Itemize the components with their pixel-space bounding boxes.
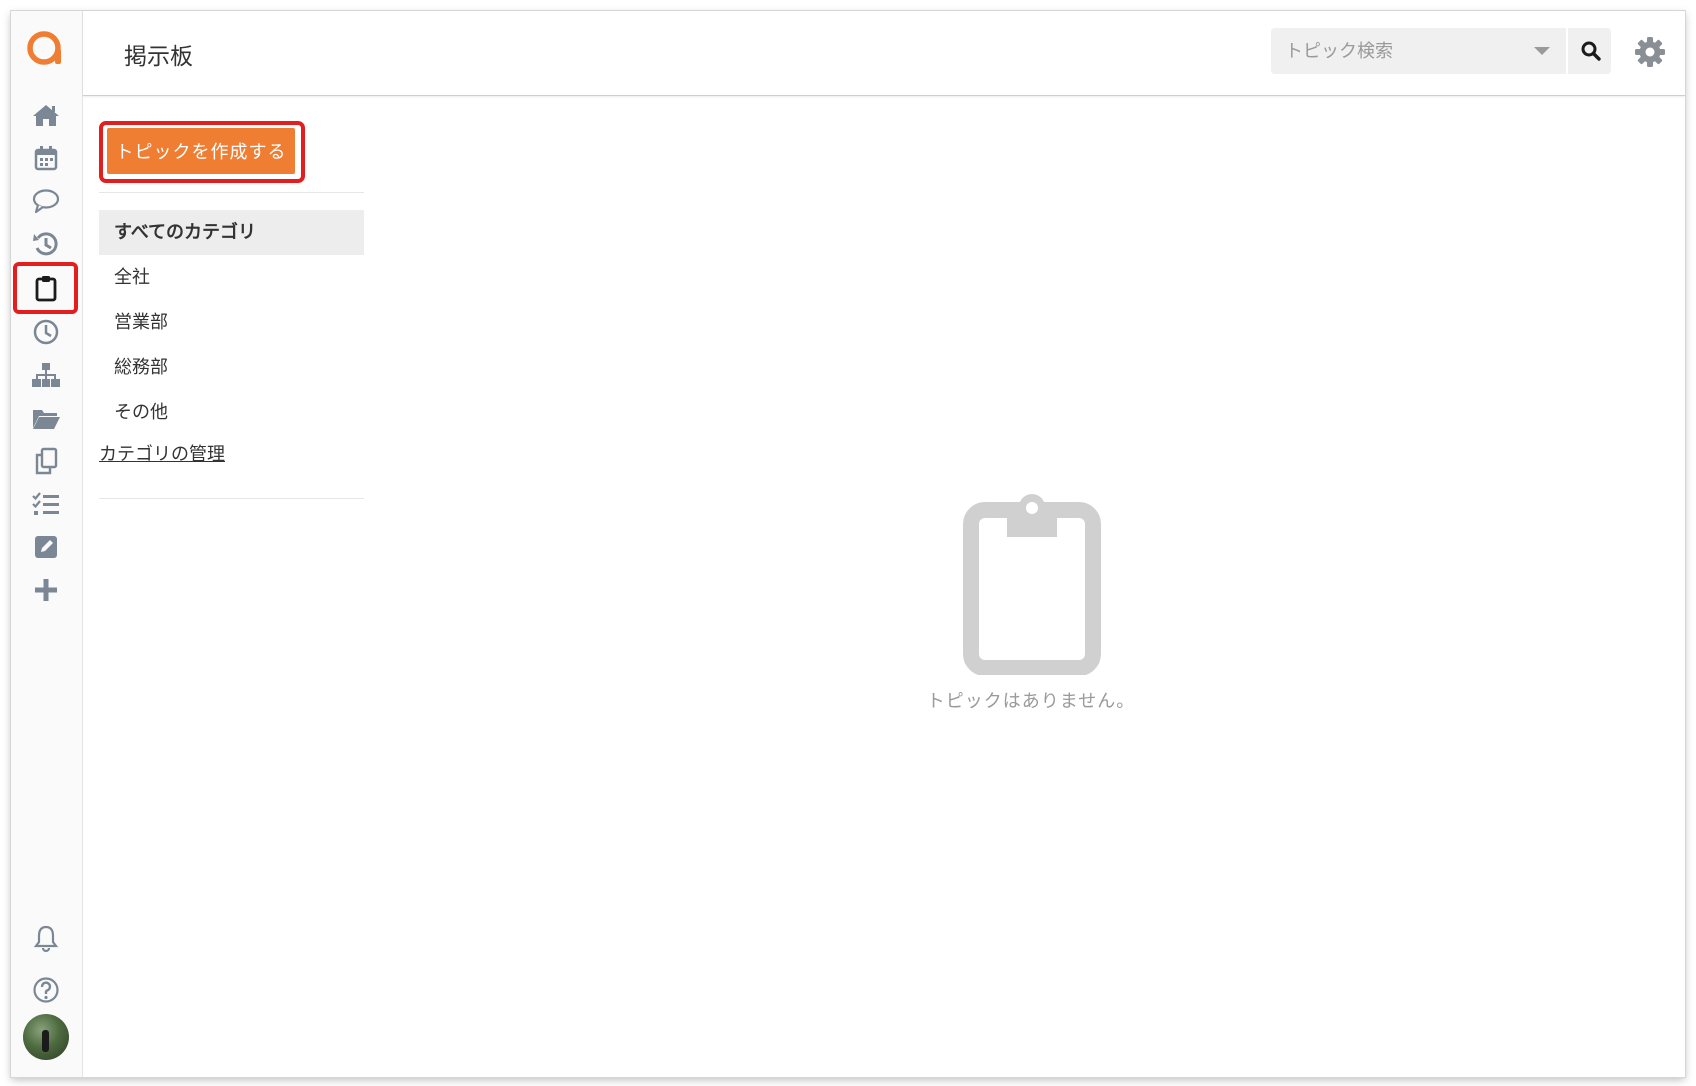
empty-clipboard-icon — [963, 494, 1101, 675]
category-item-other[interactable]: その他 — [99, 390, 364, 435]
copy-icon[interactable] — [23, 441, 69, 481]
calendar-icon[interactable] — [23, 138, 69, 178]
bell-icon[interactable] — [23, 918, 69, 958]
app-logo[interactable] — [24, 27, 64, 67]
task-list-icon[interactable] — [23, 484, 69, 524]
search-input[interactable] — [1271, 28, 1561, 74]
help-icon[interactable] — [23, 970, 69, 1010]
create-topic-button[interactable]: トピックを作成する — [107, 128, 295, 174]
chat-bubble-icon[interactable] — [23, 181, 69, 221]
org-chart-icon[interactable] — [23, 355, 69, 395]
clipboard-icon[interactable] — [13, 262, 78, 314]
folder-open-icon[interactable] — [23, 398, 69, 438]
category-item-general-affairs[interactable]: 総務部 — [99, 345, 364, 390]
gear-icon[interactable] — [1633, 35, 1667, 69]
divider — [99, 192, 364, 193]
chevron-down-icon[interactable] — [1534, 47, 1550, 55]
avatar[interactable] — [23, 1014, 69, 1060]
search-icon — [1581, 41, 1601, 61]
manage-categories-link[interactable]: カテゴリの管理 — [99, 440, 225, 466]
page-title: 掲示板 — [124, 44, 193, 70]
edit-icon[interactable] — [23, 527, 69, 567]
category-list: すべてのカテゴリ 全社 営業部 総務部 その他 — [99, 210, 364, 435]
sidebar — [11, 11, 83, 1077]
home-icon[interactable] — [23, 95, 69, 135]
category-item-all[interactable]: すべてのカテゴリ — [99, 210, 364, 255]
clock-icon[interactable] — [23, 312, 69, 352]
category-item-sales[interactable]: 営業部 — [99, 300, 364, 345]
divider — [99, 498, 364, 499]
empty-message: トピックはありません。 — [926, 691, 1136, 712]
app-window: 掲示板 トピックを作成する すべてのカテ — [11, 11, 1685, 1077]
topic-search — [1271, 28, 1611, 74]
top-bar: 掲示板 — [83, 11, 1685, 96]
category-item-company[interactable]: 全社 — [99, 255, 364, 300]
history-icon[interactable] — [23, 224, 69, 264]
plus-icon[interactable] — [23, 570, 69, 610]
search-button[interactable] — [1566, 28, 1613, 74]
